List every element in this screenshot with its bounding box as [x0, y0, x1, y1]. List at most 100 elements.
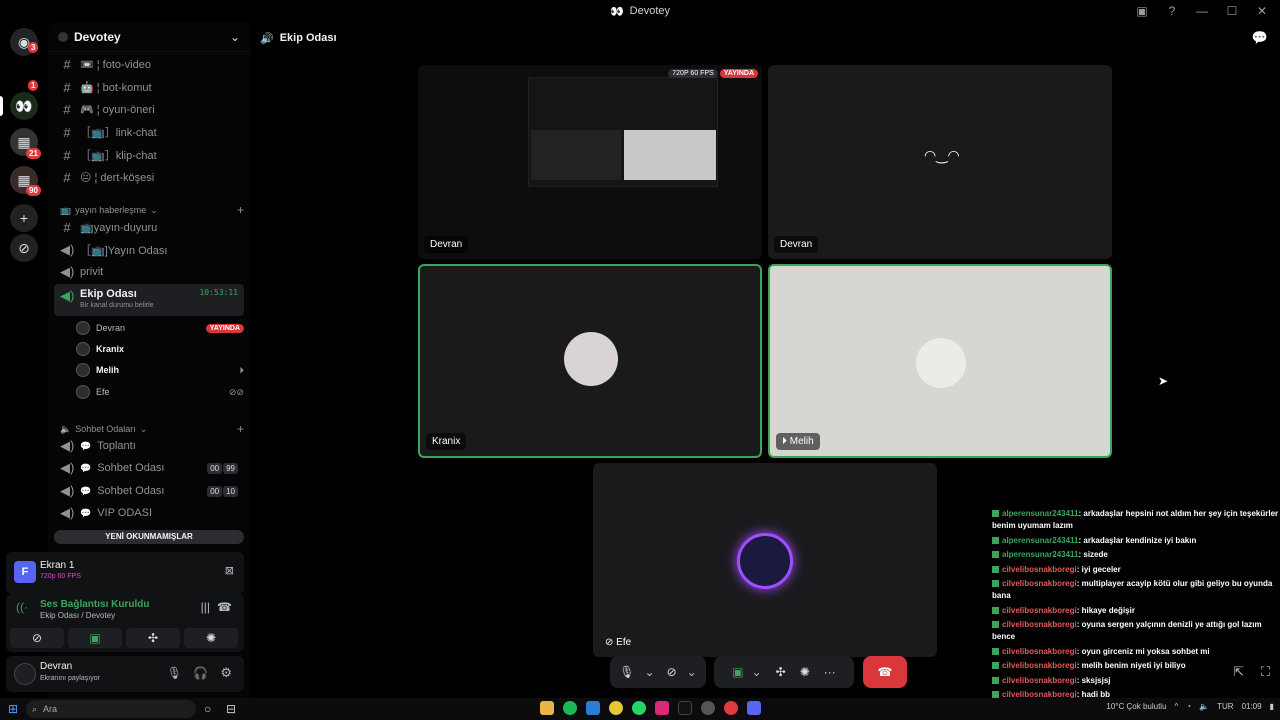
screen-share-button[interactable]: ▣ [68, 628, 122, 648]
avatar [76, 385, 90, 399]
taskbar-search[interactable]: ⌕ Ara [26, 700, 196, 718]
spotify-icon[interactable] [563, 701, 577, 715]
chat-message: cilvelibosnakboregi: multiplayer acayip … [992, 578, 1280, 602]
chat-bubble-icon[interactable]: 💬 [1252, 30, 1268, 46]
help-icon[interactable]: ? [1164, 3, 1180, 19]
activities-button[interactable]: ✣ [126, 628, 180, 648]
channel-item[interactable]: # 🎮 ¦ oyun-öneri [54, 99, 244, 119]
channel-item[interactable]: # 🤖 ¦ bot-komut [54, 77, 244, 97]
participant-tile-kranix[interactable]: Kranix [418, 264, 762, 458]
voice-member[interactable]: Kranix [76, 339, 244, 359]
wifi-icon[interactable]: ◔ [1186, 702, 1191, 711]
chevron-down-icon[interactable]: ⌄ [752, 665, 762, 679]
tile-label: ⊘ Efe [605, 637, 632, 648]
voice-status[interactable]: Ses Bağlantısı Kuruldu [40, 599, 149, 610]
user-panel: Devran Ekranını paylaşıyor 🎙 🎧 ⚙ [6, 656, 244, 692]
add-channel-icon[interactable]: + [237, 203, 244, 217]
channel-header: 🔊 Ekip Odası 💬 [250, 22, 1280, 54]
close-button[interactable]: ✕ [1254, 3, 1270, 19]
stream-tile[interactable]: 720P 60 FPS YAYINDA Devran [418, 65, 762, 259]
windows-start-icon[interactable]: ⊞ [8, 702, 18, 716]
stream-preview [528, 77, 718, 187]
instagram-icon[interactable] [655, 701, 669, 715]
disconnect-icon[interactable]: ☎ [217, 600, 232, 614]
notification-icon[interactable]: ▮ [1270, 702, 1274, 711]
channel-item-active[interactable]: ◀) Ekip Odası Bir kanal durumu belirle 10:5… [54, 284, 244, 316]
chat-text: : melih benim niyeti iyi biliyo [1076, 661, 1186, 670]
channel-item[interactable]: ◀) 💬 Sohbet Odası 00 99 [54, 458, 244, 478]
clock[interactable]: 01:09 [1242, 702, 1262, 711]
channel-item[interactable]: # 📺yayın-duyuru [54, 217, 244, 237]
headphones-icon[interactable]: 🎧 [193, 666, 208, 680]
server-header[interactable]: Devotey ⌄ [48, 22, 250, 52]
server-icon-devotey[interactable]: 👀 [10, 92, 38, 120]
file-explorer-icon[interactable] [540, 701, 554, 715]
whatsapp-icon[interactable] [632, 701, 646, 715]
participant-tile-melih[interactable]: ⏵ Melih [768, 264, 1112, 458]
category-label: Sohbet Odaları [75, 424, 136, 434]
channel-item[interactable]: ◀) 💬 VIP ODASI [54, 503, 244, 523]
add-server-icon[interactable]: + [10, 204, 38, 232]
channel-item[interactable]: ◀) 💬 Sohbet Odası 00 10 [54, 481, 244, 501]
inbox-icon[interactable]: ▣ [1134, 3, 1150, 19]
widgets-icon[interactable]: ⊟ [226, 702, 236, 716]
language-indicator[interactable]: TUR [1217, 702, 1233, 711]
channel-status[interactable]: Bir kanal durumu belirle [80, 302, 193, 309]
signal-icon[interactable]: ((· [16, 600, 28, 614]
participant-tile-devran[interactable]: ◠‿◠ Devran [768, 65, 1112, 259]
channel-item[interactable]: # 📼 ¦ foto-video [54, 54, 244, 74]
user-name[interactable]: Devran [40, 661, 72, 672]
disconnect-button[interactable]: ☎ [863, 656, 907, 688]
category-header[interactable]: 🔈 Sohbet Odaları ⌄ + [60, 422, 244, 436]
channel-label: 🤖 ¦ bot-komut [80, 81, 152, 94]
volume-icon[interactable]: 🔈 [1199, 702, 1209, 711]
voice-member[interactable]: Devran YAYINDA [76, 318, 244, 338]
more-icon[interactable]: ··· [824, 665, 836, 679]
category-header[interactable]: 📺 yayın haberleşme ⌄ + [60, 203, 244, 217]
chrome-icon[interactable] [609, 701, 623, 715]
noise-suppression-icon[interactable]: ||| [201, 600, 210, 614]
avatar[interactable] [14, 663, 36, 685]
member-name: Devran [96, 323, 126, 333]
chevron-down-icon[interactable]: ⌄ [687, 665, 697, 679]
new-unreads-button[interactable]: YENİ OKUNMAMIŞLAR [54, 530, 244, 544]
settings-gear-icon[interactable]: ⚙ [220, 665, 232, 681]
weather-text[interactable]: 10°C Çok bulutlu [1106, 702, 1166, 711]
add-channel-icon[interactable]: + [237, 422, 244, 436]
user-status: Ekranını paylaşıyor [40, 675, 100, 682]
recording-app-icon[interactable] [724, 701, 738, 715]
chevron-down-icon[interactable]: ⌄ [645, 665, 655, 679]
channel-item[interactable]: ◀) privit [54, 262, 244, 282]
task-view-icon[interactable]: ○ [204, 702, 211, 716]
chevron-up-icon[interactable]: ^ [1175, 702, 1179, 711]
activities-icon[interactable]: ✣ [776, 665, 786, 679]
tiktok-icon[interactable] [678, 701, 692, 715]
channel-item[interactable]: # ［📺］klip-chat [54, 145, 244, 165]
chat-message: cilvelibosnakboregi: melih benim niyeti … [992, 660, 1280, 672]
microphone-icon[interactable]: 🎙 [167, 666, 182, 680]
outlook-icon[interactable] [586, 701, 600, 715]
avatar [76, 321, 90, 335]
voice-channel-path[interactable]: Ekip Odası / Devotey [40, 611, 115, 620]
channel-item[interactable]: ◀) 💬 Toplantı [54, 436, 244, 456]
soundboard-button[interactable]: ✺ [184, 628, 238, 648]
microphone-icon[interactable]: 🎙 [619, 665, 634, 679]
camera-off-button[interactable]: ⊘ [10, 628, 64, 648]
channel-item[interactable]: # 😐 ¦ dert-köşesi [54, 167, 244, 187]
camera-off-icon[interactable]: ⊘ [667, 665, 677, 679]
soundboard-icon[interactable]: ✺ [800, 665, 810, 679]
explore-icon[interactable]: ⊘ [10, 234, 38, 262]
discord-taskbar-icon[interactable] [747, 701, 761, 715]
github-icon[interactable] [701, 701, 715, 715]
channel-item[interactable]: # ［📺］link-chat [54, 122, 244, 142]
voice-panel: ((· Ses Bağlantısı Kuruldu Ekip Odası / … [6, 594, 244, 652]
voice-member[interactable]: Efe ⊘⊘ [76, 382, 244, 402]
channel-item[interactable]: ◀) ［📺]Yayın Odası [54, 240, 244, 260]
minimize-button[interactable]: — [1194, 3, 1210, 19]
voice-member[interactable]: Melih ⏵ [76, 360, 244, 380]
maximize-button[interactable]: ☐ [1224, 3, 1240, 19]
screen-share-icon[interactable]: ▣ [732, 665, 743, 679]
member-name: Melih [96, 365, 120, 375]
stop-stream-icon[interactable]: ⊠ [225, 564, 234, 577]
participant-tile-efe[interactable]: ⊘ Efe [593, 463, 937, 657]
